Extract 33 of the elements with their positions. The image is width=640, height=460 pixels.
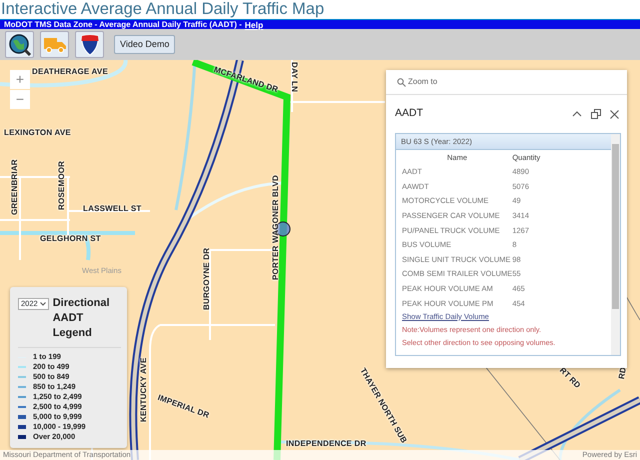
truck-icon (42, 36, 66, 54)
street-label: PORTER WAGONER BLVD (270, 175, 281, 280)
street-label: KENTUCKY AVE (138, 358, 149, 422)
zoom-to-button[interactable]: Zoom to (386, 70, 627, 95)
search-icon (397, 78, 406, 86)
street-label: GREENBRIAR (9, 159, 20, 215)
street-label: LASSWELL ST (83, 203, 142, 215)
popup-title: AADT (395, 106, 424, 122)
interstate-shield-icon (80, 34, 100, 56)
dock-icon[interactable] (591, 109, 601, 119)
caret-icon (40, 302, 46, 306)
zoom-in-button[interactable]: + (10, 70, 30, 89)
street-label: INDEPENDENCE DR (286, 438, 366, 450)
interstate-shield-button[interactable] (75, 31, 104, 58)
zoom-out-button[interactable]: − (10, 90, 30, 109)
legend-title: Directional AADT Legend (52, 296, 111, 341)
scrollbar[interactable] (611, 134, 620, 355)
street-label: BURGOYNE DR (201, 248, 212, 310)
street-label: DEATHERAGE AVE (32, 66, 108, 78)
help-link[interactable]: Help (244, 20, 264, 30)
street-label: LEXINGTON AVE (4, 127, 71, 139)
globe-search-icon (8, 32, 32, 56)
banner-text: MoDOT TMS Data Zone - Average Annual Daily Traffic (AADT) - (4, 20, 242, 30)
street-label: RD (616, 366, 629, 380)
page-title: Interactive Average Annual Daily Traffic Map (0, 0, 326, 19)
street-label: GELGHORN ST (40, 233, 101, 245)
street-label: DAY LN (289, 62, 300, 92)
street-label: RT RD (556, 365, 583, 392)
close-icon[interactable] (610, 110, 619, 118)
collapse-icon[interactable] (572, 110, 582, 118)
globe-search-button[interactable] (5, 31, 34, 58)
street-label: ROSEMOOR (56, 160, 67, 210)
video-demo-button[interactable]: Video Demo (114, 34, 176, 54)
